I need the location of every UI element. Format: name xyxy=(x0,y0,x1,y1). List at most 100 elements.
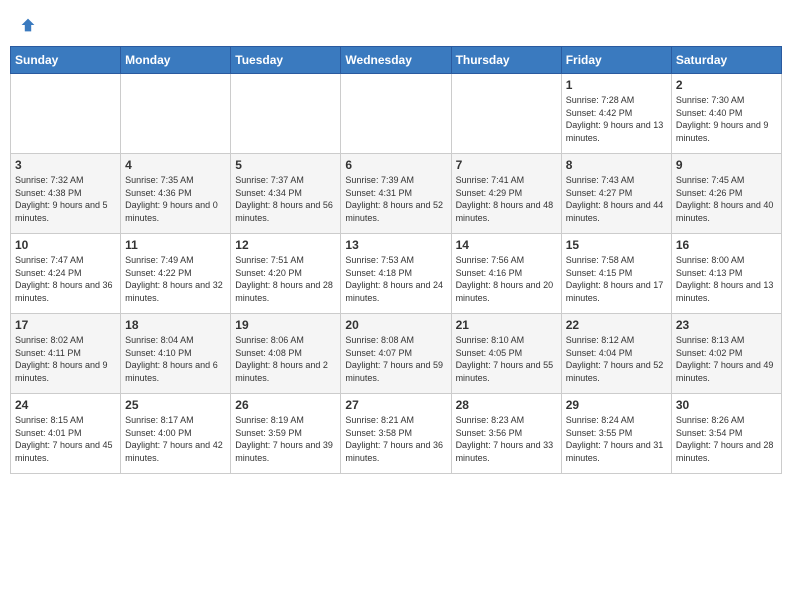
calendar-cell: 3 Sunrise: 7:32 AM Sunset: 4:38 PM Daylig… xyxy=(11,154,121,234)
calendar-cell: 29 Sunrise: 8:24 AM Sunset: 3:55 PM Dayli… xyxy=(561,394,671,474)
day-number: 11 xyxy=(125,238,226,252)
calendar-cell xyxy=(451,74,561,154)
weekday-header-thursday: Thursday xyxy=(451,47,561,74)
day-number: 27 xyxy=(345,398,446,412)
day-info: Sunrise: 7:37 AM Sunset: 4:34 PM Dayligh… xyxy=(235,174,336,224)
day-info: Sunrise: 8:19 AM Sunset: 3:59 PM Dayligh… xyxy=(235,414,336,464)
day-info: Sunrise: 8:24 AM Sunset: 3:55 PM Dayligh… xyxy=(566,414,667,464)
calendar-cell: 21 Sunrise: 8:10 AM Sunset: 4:05 PM Dayli… xyxy=(451,314,561,394)
calendar-cell: 24 Sunrise: 8:15 AM Sunset: 4:01 PM Dayli… xyxy=(11,394,121,474)
calendar-cell xyxy=(121,74,231,154)
calendar-cell xyxy=(231,74,341,154)
day-number: 5 xyxy=(235,158,336,172)
day-info: Sunrise: 8:02 AM Sunset: 4:11 PM Dayligh… xyxy=(15,334,116,384)
day-info: Sunrise: 8:21 AM Sunset: 3:58 PM Dayligh… xyxy=(345,414,446,464)
day-info: Sunrise: 7:35 AM Sunset: 4:36 PM Dayligh… xyxy=(125,174,226,224)
day-number: 24 xyxy=(15,398,116,412)
day-info: Sunrise: 7:58 AM Sunset: 4:15 PM Dayligh… xyxy=(566,254,667,304)
calendar-cell: 19 Sunrise: 8:06 AM Sunset: 4:08 PM Dayli… xyxy=(231,314,341,394)
calendar-cell: 20 Sunrise: 8:08 AM Sunset: 4:07 PM Dayli… xyxy=(341,314,451,394)
weekday-header-friday: Friday xyxy=(561,47,671,74)
day-info: Sunrise: 7:28 AM Sunset: 4:42 PM Dayligh… xyxy=(566,94,667,144)
day-number: 10 xyxy=(15,238,116,252)
weekday-header-saturday: Saturday xyxy=(671,47,781,74)
day-number: 21 xyxy=(456,318,557,332)
day-number: 18 xyxy=(125,318,226,332)
calendar-cell: 4 Sunrise: 7:35 AM Sunset: 4:36 PM Daylig… xyxy=(121,154,231,234)
page-header xyxy=(10,10,782,38)
day-info: Sunrise: 8:10 AM Sunset: 4:05 PM Dayligh… xyxy=(456,334,557,384)
day-number: 15 xyxy=(566,238,667,252)
day-info: Sunrise: 8:00 AM Sunset: 4:13 PM Dayligh… xyxy=(676,254,777,304)
calendar-cell: 14 Sunrise: 7:56 AM Sunset: 4:16 PM Dayli… xyxy=(451,234,561,314)
day-number: 8 xyxy=(566,158,667,172)
day-number: 29 xyxy=(566,398,667,412)
day-number: 26 xyxy=(235,398,336,412)
day-info: Sunrise: 7:53 AM Sunset: 4:18 PM Dayligh… xyxy=(345,254,446,304)
calendar-week-4: 17 Sunrise: 8:02 AM Sunset: 4:11 PM Dayli… xyxy=(11,314,782,394)
day-info: Sunrise: 7:43 AM Sunset: 4:27 PM Dayligh… xyxy=(566,174,667,224)
day-info: Sunrise: 8:04 AM Sunset: 4:10 PM Dayligh… xyxy=(125,334,226,384)
day-number: 28 xyxy=(456,398,557,412)
day-number: 20 xyxy=(345,318,446,332)
day-number: 3 xyxy=(15,158,116,172)
logo xyxy=(18,14,36,34)
day-info: Sunrise: 7:56 AM Sunset: 4:16 PM Dayligh… xyxy=(456,254,557,304)
calendar-cell: 25Sunrise: 8:17 AM Sunset: 4:00 PM Dayli… xyxy=(121,394,231,474)
calendar-cell: 6Sunrise: 7:39 AM Sunset: 4:31 PM Daylig… xyxy=(341,154,451,234)
calendar-cell: 17 Sunrise: 8:02 AM Sunset: 4:11 PM Dayli… xyxy=(11,314,121,394)
calendar-cell: 12 Sunrise: 7:51 AM Sunset: 4:20 PM Dayli… xyxy=(231,234,341,314)
day-info: Sunrise: 7:47 AM Sunset: 4:24 PM Dayligh… xyxy=(15,254,116,304)
day-number: 30 xyxy=(676,398,777,412)
calendar-week-2: 3 Sunrise: 7:32 AM Sunset: 4:38 PM Daylig… xyxy=(11,154,782,234)
day-number: 14 xyxy=(456,238,557,252)
calendar-cell: 7 Sunrise: 7:41 AM Sunset: 4:29 PM Daylig… xyxy=(451,154,561,234)
calendar-cell: 26 Sunrise: 8:19 AM Sunset: 3:59 PM Dayli… xyxy=(231,394,341,474)
calendar-cell: 8 Sunrise: 7:43 AM Sunset: 4:27 PM Daylig… xyxy=(561,154,671,234)
day-info: Sunrise: 8:15 AM Sunset: 4:01 PM Dayligh… xyxy=(15,414,116,464)
weekday-header-tuesday: Tuesday xyxy=(231,47,341,74)
day-info: Sunrise: 7:32 AM Sunset: 4:38 PM Dayligh… xyxy=(15,174,116,224)
calendar-week-5: 24 Sunrise: 8:15 AM Sunset: 4:01 PM Dayli… xyxy=(11,394,782,474)
calendar-week-1: 1Sunrise: 7:28 AM Sunset: 4:42 PM Daylig… xyxy=(11,74,782,154)
calendar-cell: 23 Sunrise: 8:13 AM Sunset: 4:02 PM Dayli… xyxy=(671,314,781,394)
day-number: 17 xyxy=(15,318,116,332)
day-info: Sunrise: 7:41 AM Sunset: 4:29 PM Dayligh… xyxy=(456,174,557,224)
day-number: 2 xyxy=(676,78,777,92)
calendar-cell: 18 Sunrise: 8:04 AM Sunset: 4:10 PM Dayli… xyxy=(121,314,231,394)
calendar-cell: 15 Sunrise: 7:58 AM Sunset: 4:15 PM Dayli… xyxy=(561,234,671,314)
calendar-body: 1Sunrise: 7:28 AM Sunset: 4:42 PM Daylig… xyxy=(11,74,782,474)
day-number: 23 xyxy=(676,318,777,332)
day-number: 12 xyxy=(235,238,336,252)
calendar-cell: 30Sunrise: 8:26 AM Sunset: 3:54 PM Dayli… xyxy=(671,394,781,474)
calendar-cell xyxy=(341,74,451,154)
day-info: Sunrise: 8:13 AM Sunset: 4:02 PM Dayligh… xyxy=(676,334,777,384)
day-info: Sunrise: 8:08 AM Sunset: 4:07 PM Dayligh… xyxy=(345,334,446,384)
day-info: Sunrise: 7:51 AM Sunset: 4:20 PM Dayligh… xyxy=(235,254,336,304)
weekday-header-monday: Monday xyxy=(121,47,231,74)
day-info: Sunrise: 7:30 AM Sunset: 4:40 PM Dayligh… xyxy=(676,94,777,144)
calendar-cell: 9 Sunrise: 7:45 AM Sunset: 4:26 PM Daylig… xyxy=(671,154,781,234)
day-number: 4 xyxy=(125,158,226,172)
logo-icon xyxy=(20,17,36,33)
day-number: 25 xyxy=(125,398,226,412)
day-info: Sunrise: 7:45 AM Sunset: 4:26 PM Dayligh… xyxy=(676,174,777,224)
calendar-cell: 28 Sunrise: 8:23 AM Sunset: 3:56 PM Dayli… xyxy=(451,394,561,474)
calendar-cell: 13Sunrise: 7:53 AM Sunset: 4:18 PM Dayli… xyxy=(341,234,451,314)
calendar-cell: 5 Sunrise: 7:37 AM Sunset: 4:34 PM Daylig… xyxy=(231,154,341,234)
day-info: Sunrise: 7:49 AM Sunset: 4:22 PM Dayligh… xyxy=(125,254,226,304)
weekday-header-sunday: Sunday xyxy=(11,47,121,74)
day-number: 9 xyxy=(676,158,777,172)
day-number: 6 xyxy=(345,158,446,172)
calendar-week-3: 10 Sunrise: 7:47 AM Sunset: 4:24 PM Dayli… xyxy=(11,234,782,314)
day-number: 7 xyxy=(456,158,557,172)
day-info: Sunrise: 8:06 AM Sunset: 4:08 PM Dayligh… xyxy=(235,334,336,384)
calendar-cell: 1Sunrise: 7:28 AM Sunset: 4:42 PM Daylig… xyxy=(561,74,671,154)
day-info: Sunrise: 8:23 AM Sunset: 3:56 PM Dayligh… xyxy=(456,414,557,464)
calendar-cell: 16Sunrise: 8:00 AM Sunset: 4:13 PM Dayli… xyxy=(671,234,781,314)
calendar-header-row: SundayMondayTuesdayWednesdayThursdayFrid… xyxy=(11,47,782,74)
calendar: SundayMondayTuesdayWednesdayThursdayFrid… xyxy=(10,46,782,474)
day-number: 19 xyxy=(235,318,336,332)
calendar-cell: 11 Sunrise: 7:49 AM Sunset: 4:22 PM Dayli… xyxy=(121,234,231,314)
weekday-header-wednesday: Wednesday xyxy=(341,47,451,74)
